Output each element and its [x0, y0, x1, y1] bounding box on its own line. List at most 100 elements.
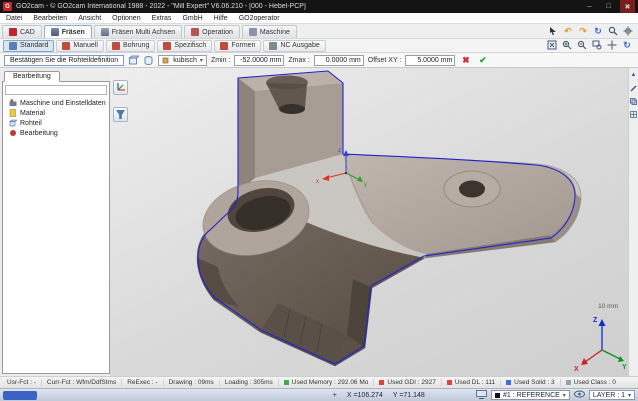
subtab-formen[interactable]: Formen	[214, 40, 261, 52]
zoom-fit-icon[interactable]	[546, 39, 558, 51]
origin-triad: Z X Y	[574, 317, 627, 373]
class-chip-icon	[566, 380, 571, 385]
stock-cylinder-icon[interactable]	[143, 55, 154, 66]
sidebar-tab-bearbeitung[interactable]: Bearbeitung	[4, 71, 60, 82]
crosshair-icon: +	[333, 392, 337, 399]
stock-shape-select[interactable]: kubisch ▾	[158, 55, 207, 66]
subtab-manuell[interactable]: Manuell	[56, 40, 104, 52]
app-logo-icon: G	[3, 2, 12, 11]
machine-setup-icon	[9, 99, 17, 107]
tab-multi-label: Fräsen Multi Achsen	[112, 29, 175, 36]
subtab-spezifisch[interactable]: Spezifisch	[157, 40, 212, 52]
menu-hilfe[interactable]: Hilfe	[214, 15, 228, 22]
tree-item-material[interactable]: Material	[5, 108, 107, 118]
status-gdi-label: Used GDI : 2927	[387, 379, 435, 386]
svg-text:z: z	[338, 148, 341, 154]
close-button[interactable]: ✖	[620, 0, 635, 13]
filter-tool-button[interactable]	[113, 107, 128, 122]
search-icon[interactable]	[607, 25, 619, 37]
status-class-label: Used Class : 0	[574, 379, 616, 386]
menu-ansicht[interactable]: Ansicht	[78, 15, 101, 22]
offset-xy-field[interactable]: 5.0000 mm	[405, 55, 455, 66]
status-drawing: Drawing : 09ms	[164, 379, 220, 386]
menu-bearbeiten[interactable]: Bearbeiten	[33, 15, 67, 22]
subtab-bohrung[interactable]: Bohrung	[106, 40, 155, 52]
cancel-button[interactable]: ✖	[459, 55, 472, 66]
tab-fraesen-label: Fräsen	[62, 29, 85, 36]
menu-gmbh[interactable]: GmbH	[182, 15, 202, 22]
tree-item-rohteil[interactable]: Rohteil	[5, 118, 107, 128]
ribbon2-icon-cluster: ↻	[546, 39, 635, 52]
menu-extras[interactable]: Extras	[152, 15, 172, 22]
pan-icon[interactable]	[606, 39, 618, 51]
zmin-label: Zmin :	[211, 57, 230, 64]
reference-value: #1 : REFERENCE	[503, 392, 560, 399]
tree-item-bearbeitung[interactable]: Bearbeitung	[5, 128, 107, 138]
gear-icon[interactable]	[622, 25, 634, 37]
stock-shape-value: kubisch	[173, 57, 197, 64]
filter-icon	[115, 109, 126, 120]
confirm-button[interactable]: ✔	[476, 55, 489, 66]
tab-maschine[interactable]: Maschine	[242, 25, 297, 38]
tree-item-bearbeitung-label: Bearbeitung	[20, 130, 58, 137]
grid-icon[interactable]	[630, 110, 638, 118]
subtab-spezifisch-label: Spezifisch	[174, 42, 206, 49]
tab-operation[interactable]: Operation	[184, 25, 240, 38]
viewport[interactable]: x z y 10 mm Z X Y	[110, 68, 628, 376]
coord-y: Y =71.148	[393, 392, 425, 399]
cube-icon	[162, 56, 170, 64]
machining-tree-panel: Maschine und Einstelldaten Material Roht…	[2, 81, 110, 374]
ribbon-subtab-row: Standard Manuell Bohrung Spezifisch Form…	[0, 39, 638, 53]
stock-box-icon[interactable]	[128, 55, 139, 66]
zoom-window-icon[interactable]	[591, 39, 603, 51]
sidebar: Bearbeitung Maschine und Einstelldaten M…	[0, 68, 110, 376]
subtab-standard-label: Standard	[20, 42, 48, 49]
layers-icon[interactable]	[630, 97, 638, 105]
tree-filter-input[interactable]	[5, 85, 107, 95]
tab-cad-label: CAD	[20, 29, 35, 36]
undo-icon[interactable]: ↶	[562, 25, 574, 37]
tree-item-rohteil-label: Rohteil	[20, 120, 42, 127]
viewport-canvas[interactable]: x z y 10 mm Z X Y	[110, 68, 628, 376]
svg-text:y: y	[364, 182, 367, 188]
maximize-button[interactable]: □	[601, 0, 616, 13]
zmin-field[interactable]: -52.0000 mm	[234, 55, 284, 66]
stock-icon	[9, 119, 17, 127]
tab-cad[interactable]: CAD	[2, 25, 42, 38]
subtab-standard[interactable]: Standard	[3, 40, 54, 52]
minimize-button[interactable]: –	[582, 0, 597, 13]
ribbon-tab-row: CAD Fräsen Fräsen Multi Achsen Operation…	[0, 24, 638, 39]
reference-select[interactable]: #1 : REFERENCE ▾	[491, 390, 570, 400]
svg-text:X: X	[574, 366, 579, 373]
status-bar: Usr-Fct : - Curr-Fct : Wfm/DdfStms ReExe…	[0, 376, 638, 388]
nc-output-icon	[269, 42, 277, 50]
status-solid: Used Solid : 3	[501, 379, 560, 386]
zmax-field[interactable]: 0.0000 mm	[314, 55, 364, 66]
rotate-view-icon[interactable]: ↻	[621, 39, 633, 51]
menu-go2operator[interactable]: GO2operator	[239, 15, 280, 22]
menu-optionen[interactable]: Optionen	[112, 15, 140, 22]
prompt-bar: Bestätigen Sie die Rohteildefinition kub…	[0, 53, 638, 68]
pointer-select-icon[interactable]	[547, 25, 559, 37]
pencil-icon[interactable]	[630, 84, 638, 92]
refresh-icon[interactable]: ↻	[592, 25, 604, 37]
tab-fraesen[interactable]: Fräsen	[44, 25, 92, 38]
eye-icon[interactable]	[574, 390, 585, 400]
ribbon1-icon-cluster: ↶ ↷ ↻	[547, 25, 636, 38]
tab-fraesen-multi-achsen[interactable]: Fräsen Multi Achsen	[94, 25, 182, 38]
chevron-down-icon: ▾	[200, 57, 203, 64]
redo-icon[interactable]: ↷	[577, 25, 589, 37]
zoom-out-icon[interactable]	[576, 39, 588, 51]
chevron-down-icon: ▾	[563, 392, 566, 399]
tree-item-maschine[interactable]: Maschine und Einstelldaten	[5, 98, 107, 108]
monitor-icon[interactable]	[476, 390, 487, 401]
zoom-in-icon[interactable]	[561, 39, 573, 51]
layer-select[interactable]: LAYER : 1 ▾	[589, 390, 635, 400]
csys-tool-button[interactable]	[113, 80, 128, 95]
tab-operation-label: Operation	[202, 29, 233, 36]
menu-datei[interactable]: Datei	[6, 15, 22, 22]
chevron-down-icon: ▾	[628, 392, 631, 399]
subtab-nc-ausgabe[interactable]: NC Ausgabe	[263, 40, 325, 52]
arrow-up-icon[interactable]: ▲	[630, 71, 638, 79]
dl-chip-icon	[447, 380, 452, 385]
